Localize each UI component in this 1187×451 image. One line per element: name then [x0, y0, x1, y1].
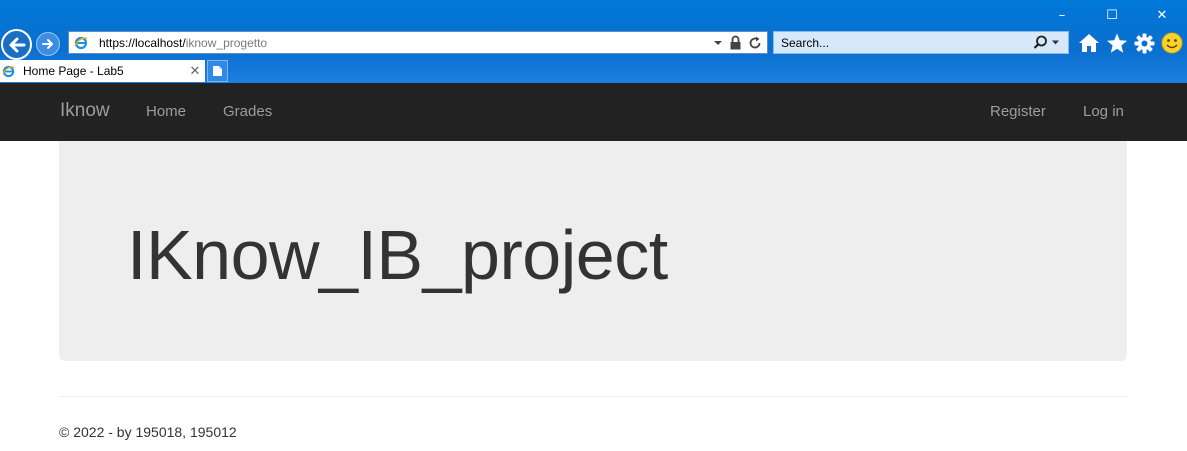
- command-icons: [1078, 31, 1183, 55]
- address-bar[interactable]: https://localhost/iknow_progetto: [68, 31, 768, 54]
- close-tab-icon[interactable]: ✕: [185, 63, 205, 79]
- url-path: iknow_progetto: [185, 35, 268, 50]
- search-box[interactable]: [773, 31, 1069, 54]
- footer-divider: [59, 396, 1127, 397]
- lock-icon[interactable]: [729, 35, 742, 50]
- chevron-down-icon[interactable]: [1051, 39, 1060, 46]
- forward-icon: [42, 39, 53, 49]
- minimize-button[interactable]: –: [1037, 4, 1087, 26]
- address-url[interactable]: https://localhost/iknow_progetto: [99, 36, 713, 50]
- ie-favicon: [1, 64, 15, 78]
- jumbotron: IKnow_IB_project: [59, 141, 1127, 361]
- nav-link-home[interactable]: Home: [146, 103, 186, 120]
- navbar-brand[interactable]: Iknow: [60, 100, 110, 122]
- tab-title: Home Page - Lab5: [23, 64, 124, 78]
- forward-button[interactable]: [36, 32, 60, 56]
- refresh-icon[interactable]: [748, 36, 762, 50]
- nav-link-grades[interactable]: Grades: [223, 103, 272, 120]
- browser-chrome: – ☐ ✕ https://localhost/iknow_progetto S…: [0, 0, 1187, 83]
- back-icon: [9, 37, 25, 52]
- site-navbar: Iknow Home Grades Register Log in: [0, 83, 1187, 141]
- window-controls: – ☐ ✕: [1037, 4, 1187, 26]
- search-icon[interactable]: [1033, 35, 1048, 50]
- ie-favicon: [73, 35, 89, 51]
- new-tab-icon: [213, 66, 222, 76]
- dropdown-icon[interactable]: [713, 39, 723, 47]
- home-icon[interactable]: [1078, 33, 1100, 53]
- nav-link-login[interactable]: Log in: [1083, 103, 1124, 120]
- smiley-feedback-icon[interactable]: [1161, 32, 1183, 54]
- footer-copyright: © 2022 - by 195018, 195012: [59, 424, 237, 440]
- search-input[interactable]: [774, 32, 1033, 53]
- browser-tab[interactable]: Home Page - Lab5 ✕: [0, 60, 205, 82]
- close-window-button[interactable]: ✕: [1137, 4, 1187, 26]
- settings-gear-icon[interactable]: [1134, 33, 1155, 54]
- url-host: https://localhost/: [99, 35, 186, 50]
- new-tab-button[interactable]: [207, 60, 228, 82]
- page-title: IKnow_IB_project: [127, 216, 668, 294]
- nav-link-register[interactable]: Register: [990, 103, 1046, 120]
- back-button[interactable]: [1, 29, 32, 60]
- favorites-star-icon[interactable]: [1106, 33, 1128, 54]
- maximize-button[interactable]: ☐: [1087, 4, 1137, 26]
